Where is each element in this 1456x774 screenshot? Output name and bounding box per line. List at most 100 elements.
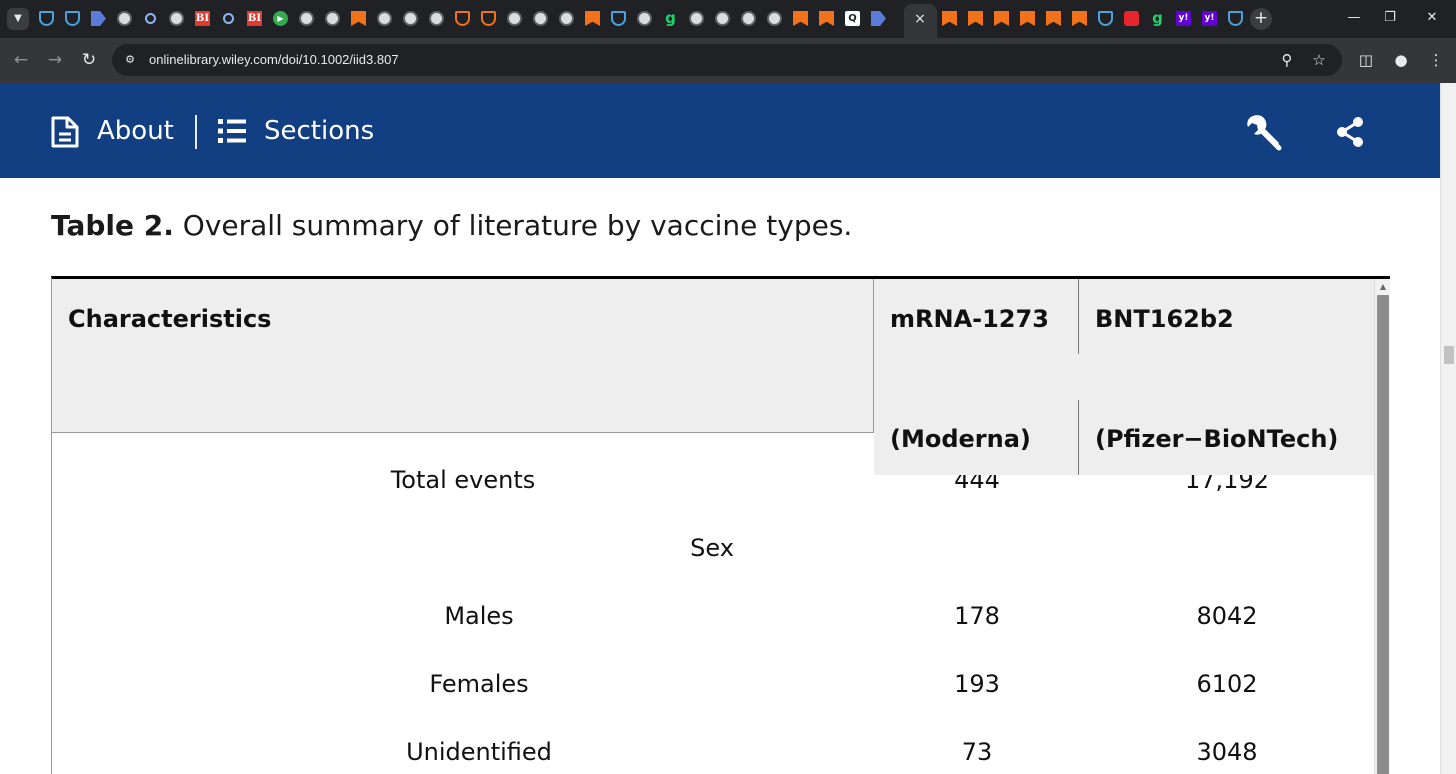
browser-tab[interactable] — [349, 9, 368, 28]
shield-favicon-icon — [611, 11, 626, 26]
globe-favicon-icon — [689, 11, 704, 26]
shield-favicon-icon — [65, 11, 80, 26]
reload-icon[interactable]: ↻ — [78, 49, 100, 71]
browser-tab[interactable] — [557, 9, 576, 28]
close-window-icon[interactable]: ✕ — [1423, 9, 1441, 27]
browser-tab[interactable] — [297, 9, 316, 28]
back-icon[interactable]: ← — [10, 49, 32, 71]
article-toolbar: About Sections — [0, 83, 1440, 178]
browser-tab[interactable] — [375, 9, 394, 28]
sections-link[interactable]: Sections — [264, 114, 374, 148]
browser-tab[interactable] — [479, 9, 498, 28]
globe-favicon-icon — [299, 11, 314, 26]
browser-tab[interactable] — [940, 9, 959, 28]
browser-tab[interactable] — [765, 9, 784, 28]
browser-tab[interactable] — [505, 9, 524, 28]
oshield-favicon-icon — [455, 11, 470, 26]
close-tab-icon[interactable]: × — [910, 9, 930, 29]
page-scrollbar-thumb[interactable] — [1444, 346, 1454, 364]
browser-tab[interactable] — [37, 9, 56, 28]
browser-tab[interactable] — [63, 9, 82, 28]
book-favicon-icon — [351, 11, 366, 26]
browser-tab[interactable] — [1018, 9, 1037, 28]
browser-tab[interactable] — [1044, 9, 1063, 28]
document-icon[interactable] — [50, 115, 80, 149]
browser-tab[interactable] — [453, 9, 472, 28]
book-favicon-icon — [1046, 11, 1061, 26]
book-favicon-icon — [1072, 11, 1087, 26]
wrench-icon[interactable] — [1244, 113, 1282, 151]
browser-tab[interactable] — [1070, 9, 1089, 28]
url-text[interactable]: onlinelibrary.wiley.com/doi/10.1002/iid3… — [149, 52, 399, 68]
browser-tab[interactable] — [817, 9, 836, 28]
browser-tab[interactable] — [609, 9, 628, 28]
address-bar[interactable]: ⚙ onlinelibrary.wiley.com/doi/10.1002/ii… — [112, 44, 1342, 76]
forward-icon[interactable]: → — [44, 49, 66, 71]
browser-tab[interactable]: y! — [1174, 9, 1193, 28]
browser-tab[interactable]: g — [661, 9, 680, 28]
site-info-icon[interactable]: ⚙ — [122, 52, 138, 68]
about-link[interactable]: About — [97, 114, 174, 148]
browser-tab[interactable]: Q — [843, 9, 862, 28]
menu-icon[interactable]: ⋮ — [1426, 50, 1446, 70]
browser-tab[interactable]: ▶ — [271, 9, 290, 28]
new-tab-button[interactable]: + — [1250, 8, 1272, 30]
search-favicon-icon — [145, 13, 156, 24]
browser-tab[interactable] — [713, 9, 732, 28]
toolbar-divider — [195, 115, 197, 149]
bookmark-star-icon[interactable]: ☆ — [1309, 50, 1329, 70]
list-icon[interactable] — [218, 118, 246, 144]
g-favicon-icon: g — [1152, 9, 1163, 27]
browser-tab[interactable] — [635, 9, 654, 28]
page-content: About Sections Table 2. Overall summary … — [0, 83, 1440, 774]
browser-tab[interactable]: BI — [245, 9, 264, 28]
tab-search-button[interactable]: ▼ — [7, 8, 29, 30]
globe-favicon-icon — [507, 11, 522, 26]
header-pfizer-name: BNT162b2 — [1095, 305, 1234, 333]
y-favicon-icon: y! — [1202, 11, 1217, 26]
book-favicon-icon — [994, 11, 1009, 26]
browser-tab[interactable] — [323, 9, 342, 28]
zoom-icon[interactable]: ⚲ — [1277, 50, 1297, 70]
browser-tab[interactable] — [869, 9, 888, 28]
scroll-up-icon[interactable]: ▲ — [1377, 281, 1389, 293]
side-panel-icon[interactable]: ◫ — [1356, 50, 1376, 70]
browser-tab[interactable] — [141, 9, 160, 28]
browser-tab[interactable] — [531, 9, 550, 28]
browser-tab[interactable] — [219, 9, 238, 28]
g-favicon-icon: g — [665, 9, 676, 27]
profile-icon[interactable]: ● — [1391, 50, 1411, 70]
bi-favicon-icon: BI — [195, 11, 210, 26]
browser-tab[interactable] — [115, 9, 134, 28]
row-label-total-events: Total events — [390, 466, 536, 494]
table-scrollbar[interactable]: ▲ — [1374, 279, 1390, 774]
browser-tab[interactable]: y! — [1200, 9, 1219, 28]
browser-tab[interactable] — [401, 9, 420, 28]
browser-tab[interactable] — [739, 9, 758, 28]
browser-tab[interactable]: BI — [193, 9, 212, 28]
cell-unidentified-moderna: 73 — [961, 738, 993, 766]
header-moderna-name: mRNA-1273 — [890, 305, 1049, 333]
minimize-icon[interactable]: — — [1345, 9, 1363, 27]
page-scrollbar[interactable] — [1440, 83, 1456, 774]
table-scrollbar-thumb[interactable] — [1377, 295, 1389, 774]
browser-tab[interactable] — [167, 9, 186, 28]
browser-tab[interactable] — [992, 9, 1011, 28]
browser-tab[interactable] — [583, 9, 602, 28]
browser-tab[interactable] — [1122, 9, 1141, 28]
browser-tab[interactable] — [791, 9, 810, 28]
header-characteristics-label: Characteristics — [68, 305, 272, 333]
restore-icon[interactable]: ❐ — [1381, 9, 1399, 27]
browser-tab[interactable] — [687, 9, 706, 28]
header-vaccines: mRNA-1273 (Moderna) BNT162b2 (Pfizer−Bio… — [874, 279, 1374, 475]
browser-tab[interactable] — [966, 9, 985, 28]
table-caption-text: Overall summary of literature by vaccine… — [173, 209, 853, 242]
share-icon[interactable] — [1334, 115, 1366, 149]
browser-tab[interactable]: g — [1148, 9, 1167, 28]
globe-favicon-icon — [533, 11, 548, 26]
browser-tab[interactable] — [1096, 9, 1115, 28]
browser-tab[interactable] — [89, 9, 108, 28]
book-favicon-icon — [942, 11, 957, 26]
browser-tab[interactable] — [427, 9, 446, 28]
browser-tab[interactable] — [1226, 9, 1245, 28]
